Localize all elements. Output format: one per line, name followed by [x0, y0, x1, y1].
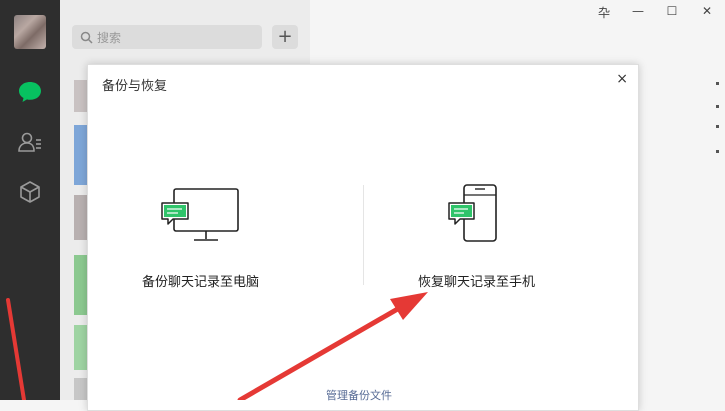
option-divider — [363, 185, 364, 285]
edge-mark — [716, 82, 719, 85]
dialog-title: 备份与恢复 — [102, 79, 168, 94]
pin-button[interactable]: 卆 — [594, 4, 614, 21]
maximize-button[interactable]: ☐ — [662, 4, 682, 18]
restore-to-phone-label[interactable]: 恢复聊天记录至手机 — [418, 271, 535, 290]
cube-icon[interactable] — [15, 177, 45, 207]
monitor-icon — [161, 188, 239, 241]
dialog-close-button[interactable]: × — [616, 71, 628, 87]
search-input[interactable]: 搜索 — [72, 25, 262, 49]
edge-mark — [716, 150, 719, 153]
avatar[interactable] — [14, 15, 46, 49]
edge-mark — [716, 125, 719, 128]
manage-backup-link[interactable]: 管理备份文件 — [326, 387, 392, 403]
chat-icon[interactable] — [15, 77, 45, 107]
add-button[interactable]: + — [272, 25, 298, 49]
search-placeholder: 搜索 — [97, 30, 122, 45]
edge-mark — [716, 105, 719, 108]
backup-to-pc-label[interactable]: 备份聊天记录至电脑 — [142, 271, 259, 290]
phone-icon — [448, 184, 497, 242]
close-window-button[interactable]: ✕ — [697, 4, 717, 18]
minimize-button[interactable]: — — [628, 4, 648, 18]
contacts-icon[interactable] — [15, 127, 45, 157]
backup-restore-dialog: 备份与恢复 × 备份聊天记录至电脑 恢复聊天记录至手机 管理备份文件 — [87, 64, 639, 411]
left-sidebar — [0, 0, 60, 400]
search-icon — [80, 31, 93, 44]
